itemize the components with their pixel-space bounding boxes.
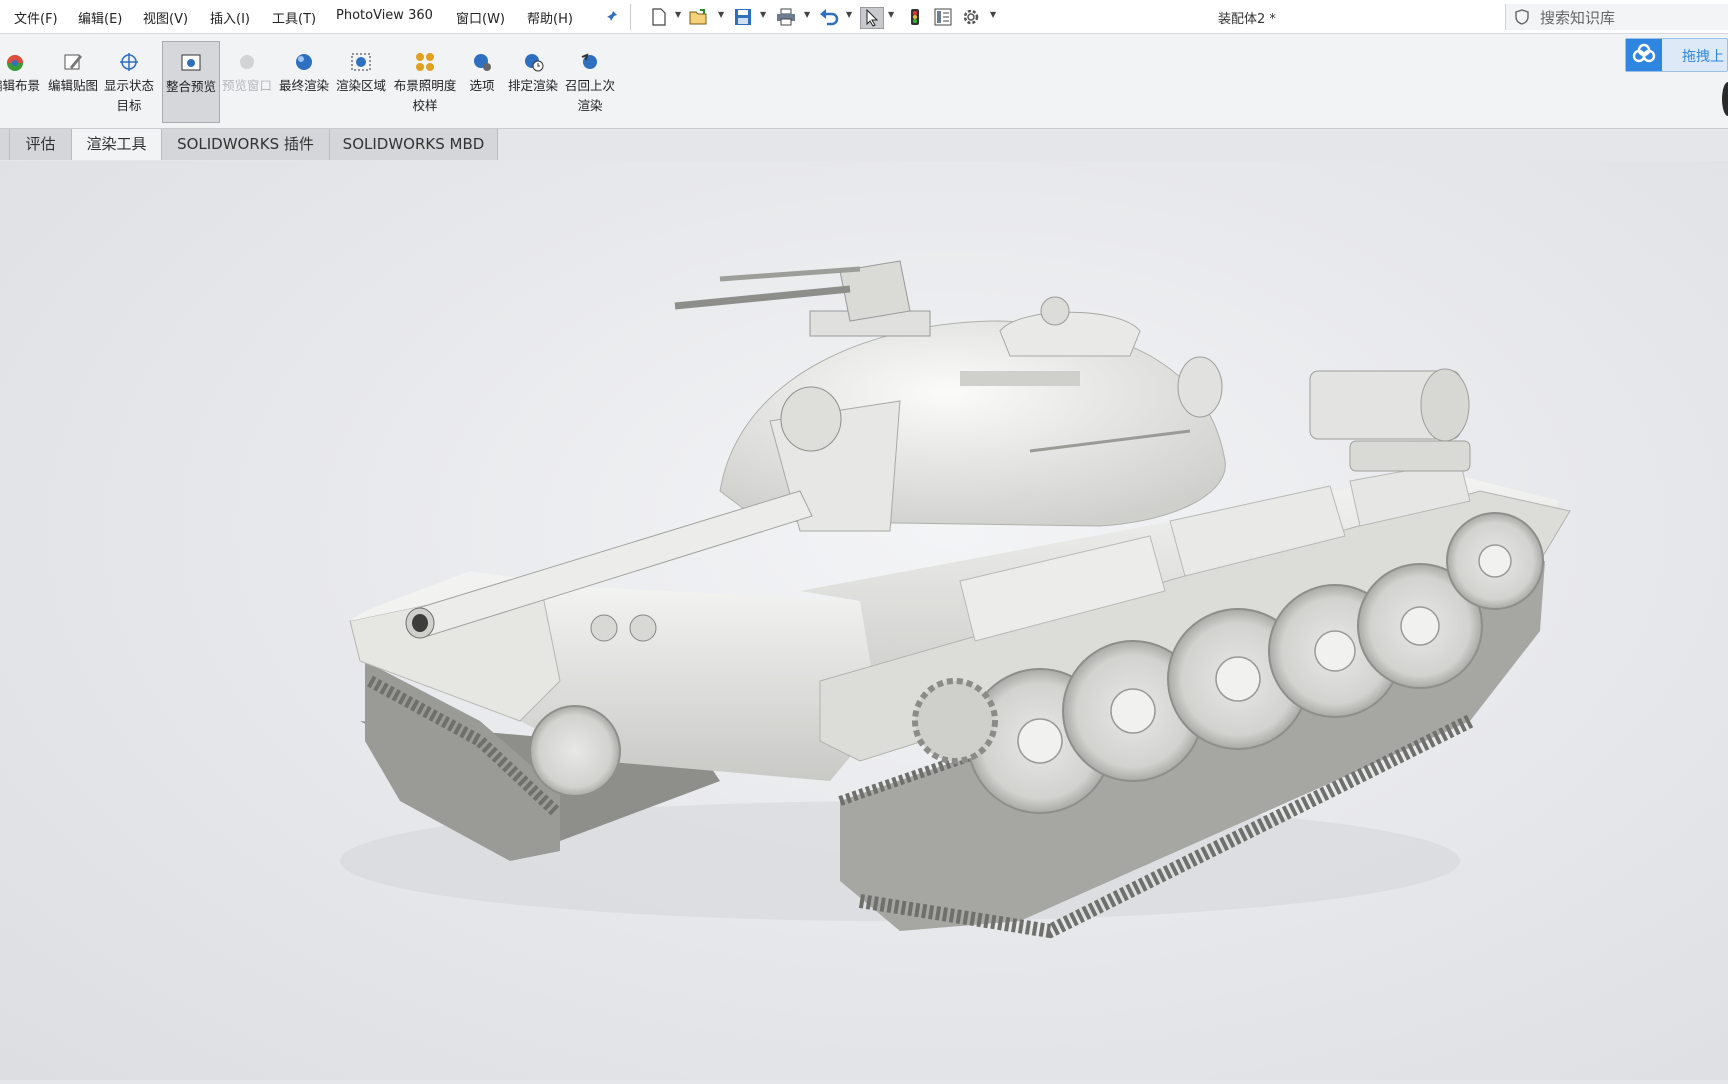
- pin-icon[interactable]: [600, 7, 622, 27]
- render-region-label: 渲染区域: [335, 78, 386, 93]
- undo-icon[interactable]: [818, 7, 840, 27]
- scene-illumination-proof-button[interactable]: 布景照明度校样: [392, 41, 458, 123]
- options-button[interactable]: 选项: [458, 41, 506, 123]
- cloud-upload-button[interactable]: 拖拽上: [1625, 38, 1728, 72]
- save-icon[interactable]: [732, 7, 754, 27]
- recall-last-render-button[interactable]: 召回上次渲染: [562, 41, 618, 123]
- menu-help[interactable]: 帮助(H): [527, 8, 573, 27]
- menu-view[interactable]: 视图(V): [143, 8, 188, 27]
- tab-edge: [0, 129, 10, 160]
- menu-edit[interactable]: 编辑(E): [78, 8, 122, 27]
- document-title: 装配体2 *: [1218, 12, 1276, 27]
- open-folder-icon[interactable]: [688, 7, 710, 27]
- menu-window[interactable]: 窗口(W): [456, 8, 505, 27]
- ribbon-toolbar: 编辑布景 编辑贴图 显示状态目标 整合预览 预览窗口 最终渲染 渲染区域 布景照…: [0, 34, 1728, 129]
- tab-solidworks-mbd[interactable]: SOLIDWORKS MBD: [330, 129, 498, 160]
- edit-decal-label: 编辑贴图: [47, 78, 98, 93]
- schedule-render-label: 排定渲染: [507, 78, 558, 93]
- graphics-viewport[interactable]: [0, 161, 1728, 1080]
- tab-evaluate[interactable]: 评估: [10, 129, 72, 160]
- cloud-upload-label: 拖拽上: [1682, 49, 1724, 65]
- print-icon[interactable]: [775, 7, 797, 27]
- chevron-down-icon[interactable]: ▼: [846, 10, 852, 19]
- gear-icon[interactable]: [960, 7, 982, 27]
- select-cursor-icon[interactable]: [860, 7, 884, 29]
- recall-icon: [581, 53, 597, 69]
- menu-file[interactable]: 文件(F): [14, 8, 58, 27]
- schedule-icon: [525, 54, 544, 72]
- options-icon: [474, 54, 491, 71]
- chevron-down-icon[interactable]: ▼: [888, 10, 894, 19]
- final-render-icon: [296, 54, 312, 70]
- schedule-render-button[interactable]: 排定渲染: [506, 41, 560, 123]
- menu-insert[interactable]: 插入(I): [210, 8, 250, 27]
- final-render-label: 最终渲染: [278, 78, 329, 93]
- tab-render-tools[interactable]: 渲染工具: [72, 129, 162, 160]
- display-state-target-button[interactable]: 显示状态目标: [102, 41, 156, 123]
- side-panel-handle[interactable]: [1722, 82, 1728, 116]
- menu-tools[interactable]: 工具(T): [272, 8, 316, 27]
- render-region-icon: [351, 53, 371, 71]
- chevron-down-icon[interactable]: ▼: [718, 10, 724, 19]
- integrated-preview-label: 整合预览: [165, 79, 216, 94]
- decal-icon: [64, 54, 82, 70]
- recall-last-render-label: 召回上次渲染: [564, 78, 615, 113]
- preview-icon: [181, 54, 201, 71]
- preview-window-icon: [240, 55, 254, 69]
- options-label: 选项: [469, 78, 495, 93]
- search-input[interactable]: [1538, 7, 1727, 29]
- edit-decal-button[interactable]: 编辑贴图: [46, 41, 100, 123]
- chevron-down-icon[interactable]: ▼: [804, 10, 810, 19]
- display-state-target-label: 显示状态目标: [103, 78, 154, 113]
- chevron-down-icon[interactable]: ▼: [675, 10, 681, 19]
- file-properties-icon[interactable]: [932, 7, 954, 27]
- separator: [630, 4, 631, 30]
- traffic-light-icon[interactable]: [904, 7, 926, 27]
- preview-window-label: 预览窗口: [221, 78, 272, 93]
- scene-illumination-proof-label: 布景照明度校样: [393, 78, 457, 113]
- menu-photoview[interactable]: PhotoView 360: [336, 8, 433, 23]
- scene-icon: [7, 55, 23, 71]
- cloud-icon: [1626, 39, 1662, 71]
- preview-window-button[interactable]: 预览窗口: [220, 41, 274, 123]
- tank-model-render[interactable]: [0, 161, 1728, 1080]
- edit-scene-button[interactable]: 编辑布景: [0, 41, 40, 123]
- illumination-icon: [416, 53, 434, 71]
- search-knowledge-base[interactable]: [1505, 4, 1728, 30]
- chevron-down-icon[interactable]: ▼: [760, 10, 766, 19]
- menu-bar: 文件(F) 编辑(E) 视图(V) 插入(I) 工具(T) PhotoView …: [0, 0, 1728, 34]
- render-region-button[interactable]: 渲染区域: [334, 41, 388, 123]
- target-icon: [120, 53, 138, 71]
- shield-icon: [1515, 9, 1529, 29]
- chevron-down-icon[interactable]: ▼: [990, 10, 996, 19]
- tab-solidworks-addins[interactable]: SOLIDWORKS 插件: [162, 129, 330, 160]
- edit-scene-label: 编辑布景: [0, 78, 41, 93]
- new-document-icon[interactable]: [648, 7, 670, 27]
- final-render-button[interactable]: 最终渲染: [277, 41, 331, 123]
- integrated-preview-button[interactable]: 整合预览: [162, 41, 220, 123]
